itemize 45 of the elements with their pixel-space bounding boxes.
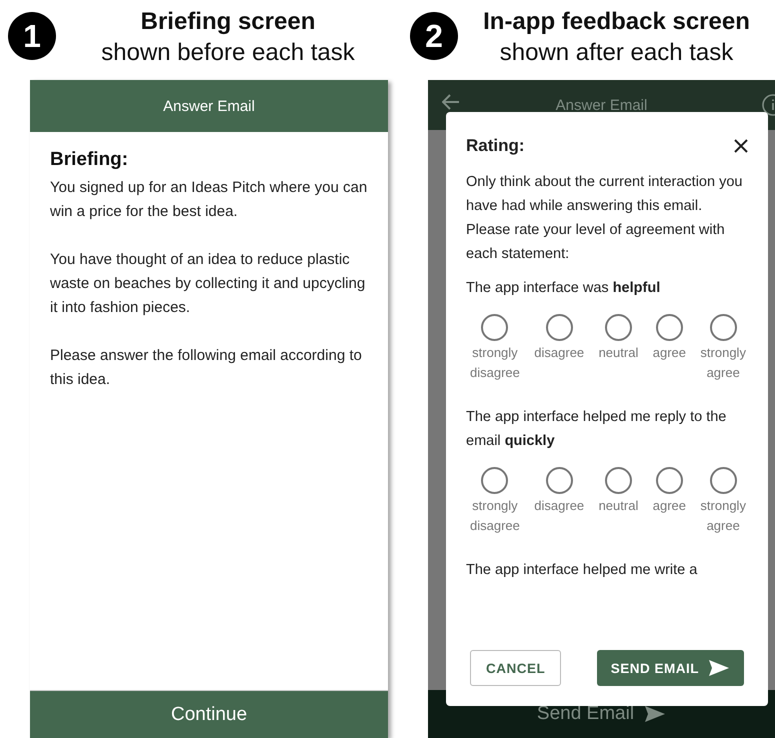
option-label: strongly agree: [700, 497, 746, 535]
step-number-badge: 2: [410, 12, 458, 60]
back-arrow-icon[interactable]: [442, 94, 460, 110]
radio-button[interactable]: [710, 467, 737, 494]
instruction-text: Only think about the current interaction you have had while answering this email.: [466, 173, 744, 216]
panel-subtitle: shown after each task: [500, 38, 734, 68]
radio-button[interactable]: [604, 467, 632, 494]
instruction-text: Please rate your level of agreement with each statement:: [466, 221, 726, 264]
radio-button[interactable]: [546, 467, 573, 494]
close-icon[interactable]: [734, 139, 748, 153]
briefing-paragraph: You have thought of an idea to reduce plastic waste on beaches by collecting it and upcycling it into fashion pieces.: [50, 250, 366, 318]
option-label: disagree: [534, 344, 584, 362]
dialog-title: Rating:: [466, 136, 525, 156]
radio-button[interactable]: [656, 467, 683, 494]
option-label: strongly disagree: [470, 497, 520, 535]
briefing-paragraph: You signed up for an Ideas Pitch where you can win a price for the best idea.: [50, 178, 368, 222]
info-icon[interactable]: [761, 94, 775, 116]
question-text: The app interface helped me write a: [466, 561, 698, 580]
option-label: disagree: [534, 497, 584, 515]
briefing-paragraph: Please answer the following email according to this idea.: [50, 346, 363, 390]
panel-title: In-app feedback screen: [483, 7, 750, 37]
app-bar-title: Answer Email: [556, 96, 648, 114]
radio-button[interactable]: [481, 467, 508, 494]
briefing-heading: Briefing:: [50, 148, 130, 172]
send-email-button[interactable]: SEND EMAIL: [596, 650, 744, 686]
panel-title: Briefing screen: [140, 7, 316, 37]
radio-button[interactable]: [546, 314, 573, 341]
panel-subtitle: shown before each task: [101, 38, 355, 68]
radio-button[interactable]: [656, 314, 683, 341]
question-text: The app interface helped me reply to the email quickly: [466, 408, 728, 451]
cancel-button[interactable]: CANCEL: [470, 650, 562, 686]
option-label: neutral: [598, 497, 638, 515]
continue-button[interactable]: Continue: [30, 690, 388, 738]
option-label: agree: [652, 497, 686, 515]
step-number-badge: 1: [8, 12, 56, 60]
option-label: neutral: [598, 344, 638, 362]
option-label: strongly agree: [700, 344, 746, 382]
radio-button[interactable]: [710, 314, 737, 341]
option-label: strongly disagree: [470, 344, 520, 382]
radio-button[interactable]: [604, 314, 632, 341]
option-label: agree: [652, 344, 686, 362]
app-bar-title: Answer Email: [163, 98, 255, 114]
send-icon: [708, 659, 730, 677]
question-text: The app interface was helpful: [466, 279, 662, 298]
radio-button[interactable]: [481, 314, 508, 341]
